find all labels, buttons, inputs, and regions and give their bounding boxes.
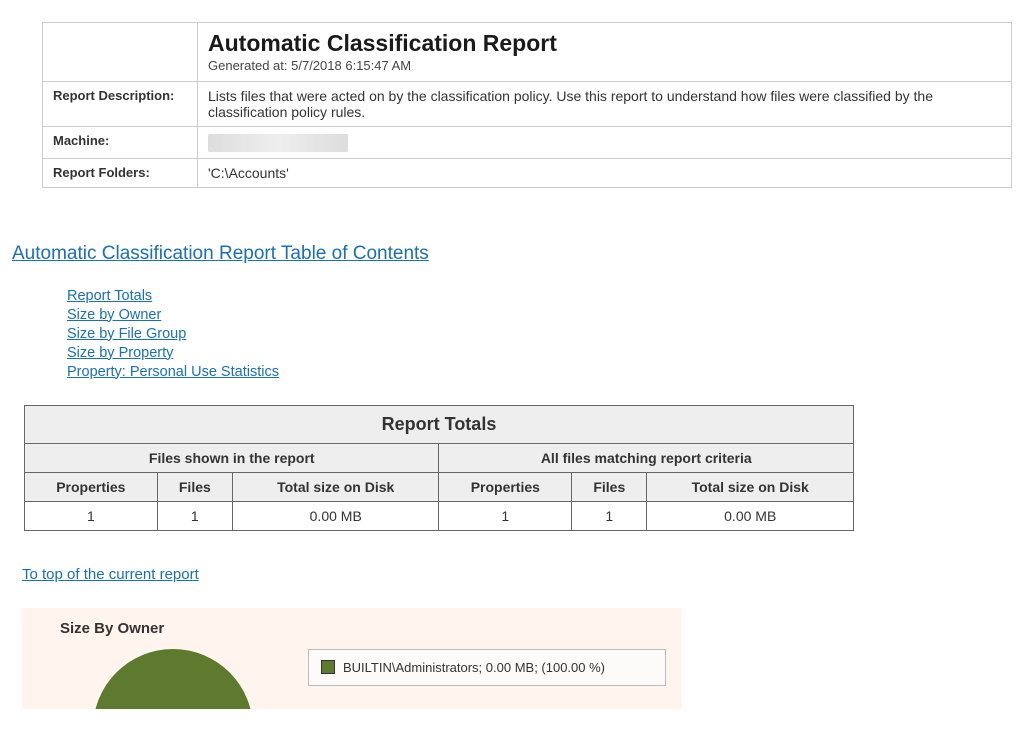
col-files-2: Files (572, 472, 647, 501)
toc-title-link[interactable]: Automatic Classification Report Table of… (12, 243, 429, 265)
size-by-owner-chart: Size By Owner BUILTIN\Administrators; 0.… (22, 608, 682, 709)
info-blank-cell (43, 23, 198, 82)
toc-item: Size by Owner (67, 306, 1012, 323)
col-total-size-2: Total size on Disk (647, 472, 854, 501)
shown-files: 1 (157, 501, 232, 530)
toc-link-size-by-property[interactable]: Size by Property (67, 345, 173, 361)
report-info-table: Automatic Classification Report Generate… (42, 22, 1012, 188)
toc-item: Size by Property (67, 344, 1012, 361)
toc-link-size-by-owner[interactable]: Size by Owner (67, 307, 161, 323)
description-label: Report Description: (43, 82, 198, 127)
totals-group-shown-header: Files shown in the report (25, 443, 439, 472)
all-total-size: 0.00 MB (647, 501, 854, 530)
toc-item: Report Totals (67, 287, 1012, 304)
shown-properties: 1 (25, 501, 158, 530)
chart-body: BUILTIN\Administrators; 0.00 MB; (100.00… (38, 649, 666, 709)
toc-item: Property: Personal Use Statistics (67, 363, 1012, 380)
description-value: Lists files that were acted on by the cl… (198, 82, 1012, 127)
to-top-link[interactable]: To top of the current report (22, 566, 199, 583)
chart-legend: BUILTIN\Administrators; 0.00 MB; (100.00… (308, 649, 666, 686)
generated-label: Generated at: (208, 58, 288, 73)
all-properties: 1 (439, 501, 572, 530)
toc-link-size-by-file-group[interactable]: Size by File Group (67, 326, 186, 342)
col-properties-1: Properties (25, 472, 158, 501)
totals-section-title: Report Totals (25, 405, 854, 443)
pie-slice (93, 649, 253, 709)
table-row: 1 1 0.00 MB 1 1 0.00 MB (25, 501, 854, 530)
toc-link-report-totals[interactable]: Report Totals (67, 288, 152, 304)
report-title: Automatic Classification Report (208, 31, 1001, 56)
machine-label: Machine: (43, 127, 198, 158)
report-totals-table: Report Totals Files shown in the report … (24, 405, 854, 531)
generated-value: 5/7/2018 6:15:47 AM (291, 58, 411, 73)
toc-list: Report Totals Size by Owner Size by File… (12, 287, 1012, 380)
machine-redacted-value (208, 134, 348, 152)
col-files-1: Files (157, 472, 232, 501)
col-properties-2: Properties (439, 472, 572, 501)
toc-link-property-personal-use[interactable]: Property: Personal Use Statistics (67, 364, 279, 380)
info-title-cell: Automatic Classification Report Generate… (198, 23, 1012, 82)
toc-item: Size by File Group (67, 325, 1012, 342)
machine-value-cell (198, 127, 1012, 158)
all-files: 1 (572, 501, 647, 530)
folders-value: 'C:\Accounts' (198, 158, 1012, 187)
generated-at-line: Generated at: 5/7/2018 6:15:47 AM (208, 58, 1001, 73)
totals-group-all-header: All files matching report criteria (439, 443, 854, 472)
legend-swatch-icon (321, 660, 335, 674)
folders-label: Report Folders: (43, 158, 198, 187)
shown-total-size: 0.00 MB (232, 501, 439, 530)
pie-chart (93, 649, 253, 709)
chart-title: Size By Owner (60, 620, 666, 637)
col-total-size-1: Total size on Disk (232, 472, 439, 501)
legend-entry-text: BUILTIN\Administrators; 0.00 MB; (100.00… (343, 660, 605, 675)
